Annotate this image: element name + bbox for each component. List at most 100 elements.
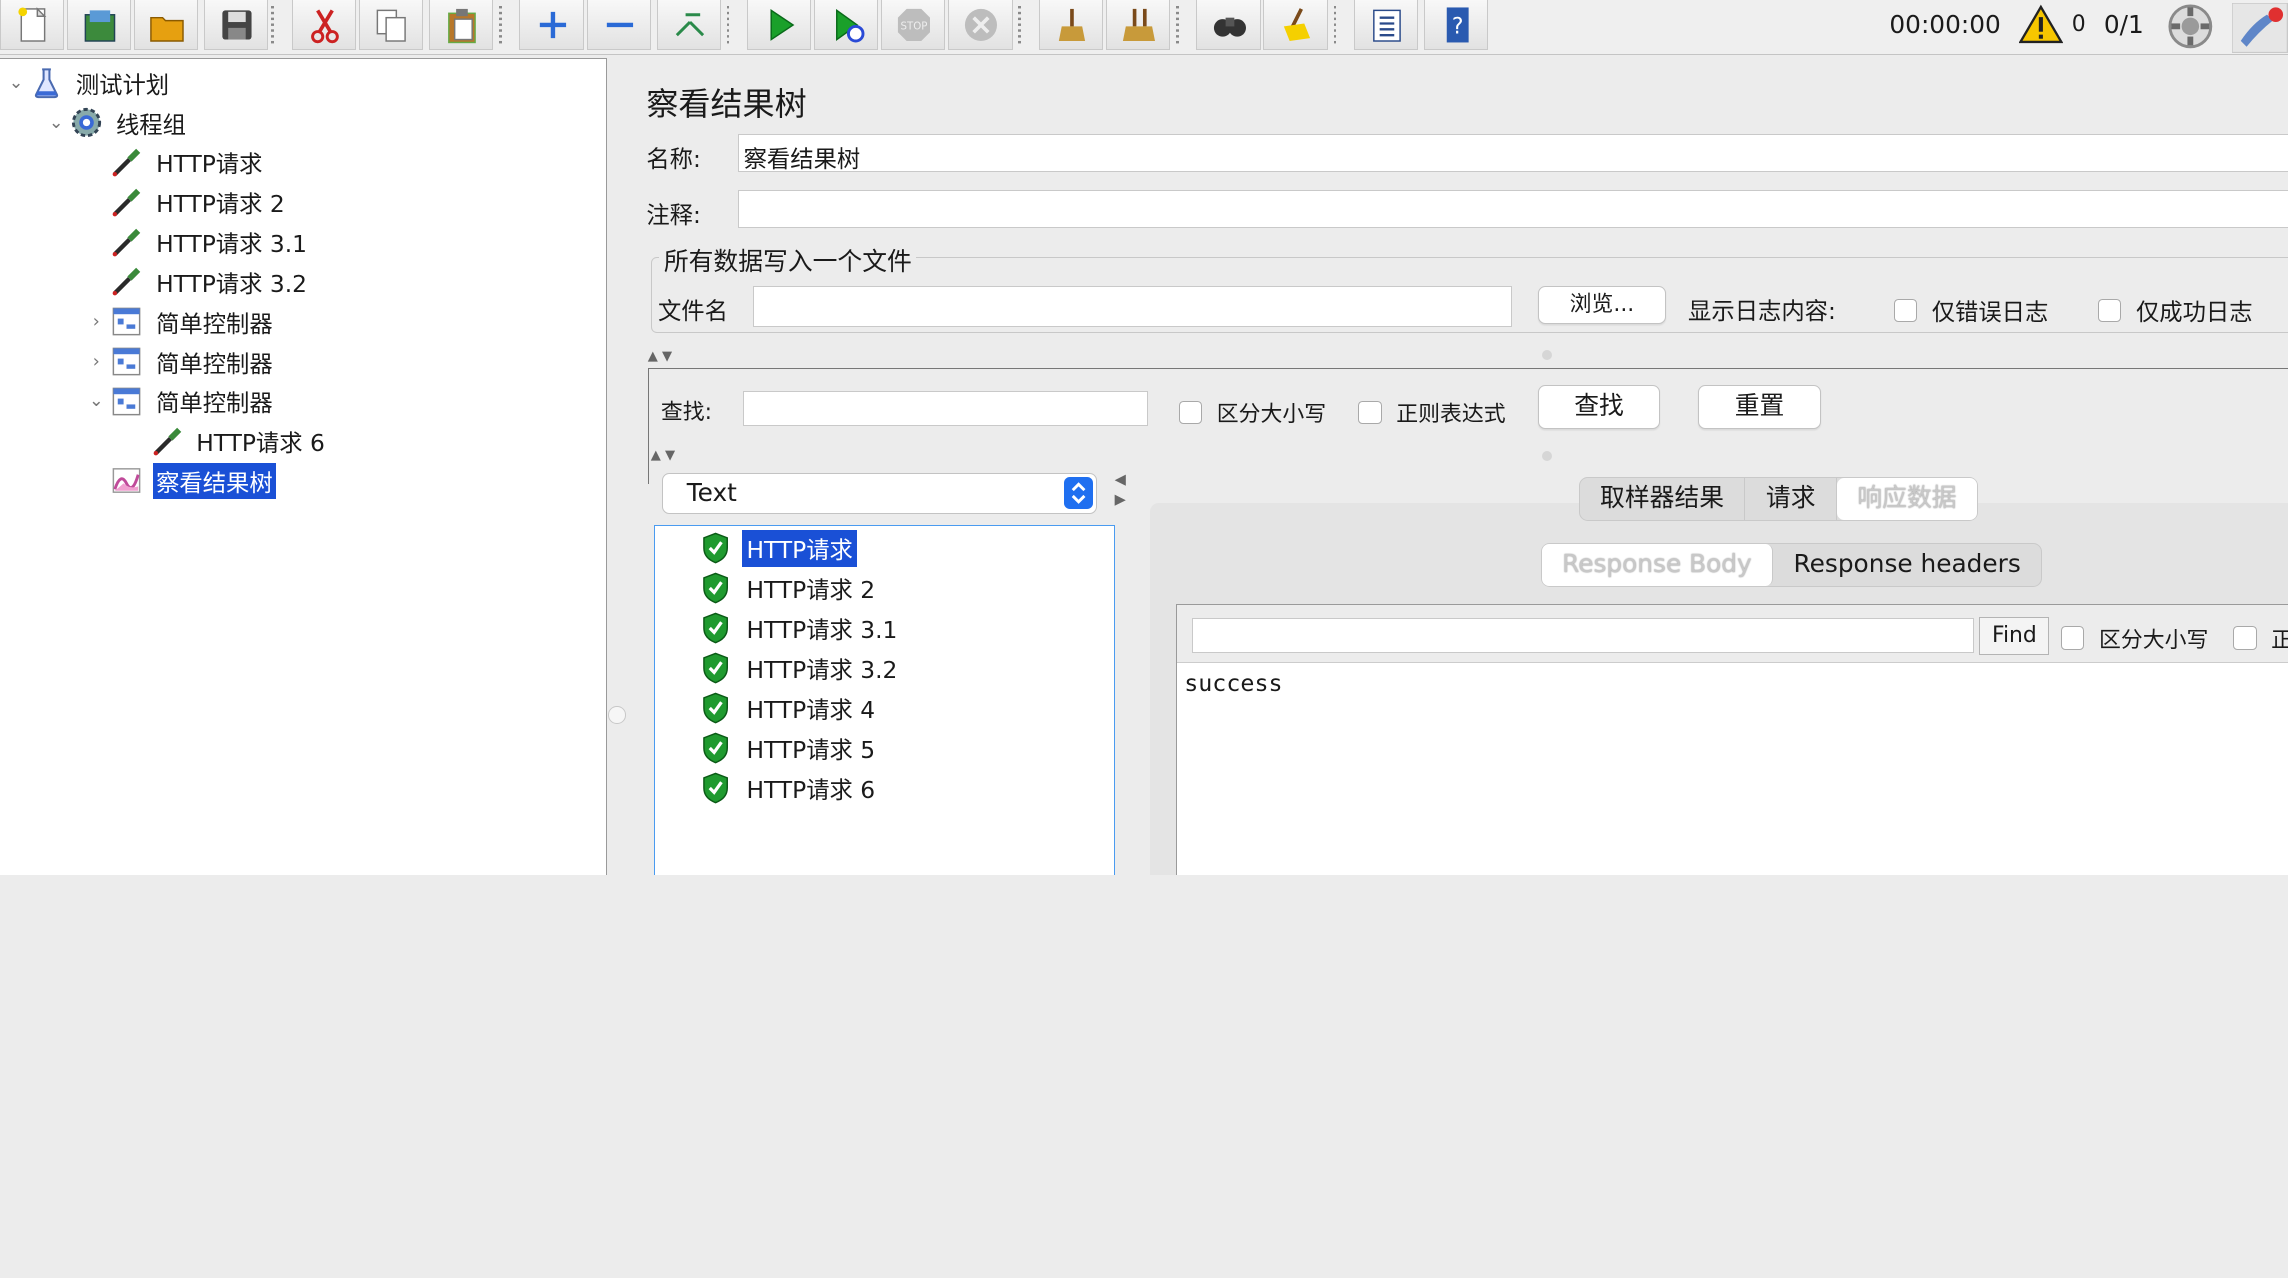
- clear-all-button[interactable]: [1105, 0, 1171, 50]
- splitter-dot[interactable]: [1542, 350, 1553, 361]
- function-helper-button[interactable]: [1353, 0, 1419, 50]
- checkbox-box[interactable]: [2233, 626, 2257, 650]
- copy-button[interactable]: [358, 0, 424, 50]
- find-regex-checkbox[interactable]: 正: [2233, 623, 2288, 654]
- pen-icon[interactable]: [2232, 2, 2288, 53]
- remote-start-icon[interactable]: [2167, 3, 2214, 50]
- result-item[interactable]: HTTP请求 5: [701, 729, 879, 767]
- result-item-label: HTTP请求 6: [746, 775, 876, 804]
- tab-request[interactable]: 请求: [1745, 478, 1837, 520]
- expand-icon: [539, 11, 566, 38]
- paste-button[interactable]: [428, 0, 494, 50]
- tree-node[interactable]: HTTP请求: [86, 143, 265, 181]
- result-item[interactable]: HTTP请求 3.1: [701, 609, 901, 647]
- find-case-checkbox[interactable]: 区分大小写: [2061, 623, 2208, 654]
- tree-node[interactable]: HTTP请求 2: [86, 183, 288, 221]
- result-item-label: HTTP请求 2: [746, 576, 876, 605]
- errors-only-label: 仅错误日志: [1931, 298, 2049, 327]
- reset-search-button[interactable]: [1263, 0, 1328, 50]
- checkbox-box[interactable]: [1893, 298, 1918, 322]
- tree-expander-icon[interactable]: ›: [86, 312, 106, 332]
- tree-expander-icon[interactable]: ⌄: [46, 113, 66, 133]
- checkbox-box[interactable]: [1178, 400, 1203, 425]
- result-item[interactable]: HTTP请求 4: [701, 689, 879, 727]
- find-button[interactable]: Find: [1979, 616, 2050, 655]
- new-button[interactable]: [0, 0, 65, 50]
- toggle-button[interactable]: [656, 0, 721, 50]
- tree-node[interactable]: HTTP请求 6: [126, 422, 328, 460]
- pipette-icon: [113, 148, 141, 177]
- tree-node[interactable]: › 简单控制器: [86, 303, 276, 341]
- list-splitter-arrows[interactable]: ◀ ▶: [1115, 470, 1126, 511]
- checkbox-box[interactable]: [2098, 298, 2122, 322]
- tab-sampler-result[interactable]: 取样器结果: [1580, 478, 1746, 520]
- case-sensitive-label: 区分大小写: [1216, 401, 1327, 427]
- splitter-arrows[interactable]: ▲ ▼: [648, 349, 672, 364]
- collapse-button[interactable]: [586, 0, 651, 50]
- success-shield-icon: [703, 732, 729, 764]
- tree-node[interactable]: ⌄ 线程组: [46, 104, 189, 142]
- checkbox-box[interactable]: [2061, 626, 2085, 650]
- result-item[interactable]: HTTP请求 6: [701, 769, 879, 807]
- stop-icon: STOP: [898, 8, 931, 41]
- tree-node-label: 线程组: [115, 110, 186, 139]
- checkbox-box[interactable]: [1358, 400, 1382, 425]
- toggle-icon: [675, 13, 704, 37]
- select-arrows-icon[interactable]: [1064, 476, 1094, 509]
- clear-icon: [1058, 8, 1086, 41]
- tree-expander-icon[interactable]: ⌄: [86, 391, 106, 411]
- splitter-arrows[interactable]: ▲ ▼: [651, 448, 675, 463]
- filename-field[interactable]: [752, 285, 1512, 327]
- browse-button[interactable]: 浏览...: [1537, 285, 1667, 324]
- comment-field[interactable]: [738, 189, 2288, 228]
- pipette-icon: [113, 228, 141, 256]
- pipette-icon: [113, 268, 141, 296]
- help-button[interactable]: ?: [1423, 0, 1489, 50]
- open-button[interactable]: [134, 0, 199, 50]
- shutdown-icon: [965, 8, 998, 41]
- regex-checkbox[interactable]: 正则表达式: [1358, 397, 1506, 428]
- find-input[interactable]: [1191, 618, 1974, 654]
- clear-all-icon: [1122, 8, 1156, 41]
- search-input[interactable]: [742, 391, 1149, 427]
- find-case-label: 区分大小写: [2099, 627, 2209, 653]
- tab-response-headers[interactable]: Response headers: [1773, 544, 2041, 586]
- success-shield-icon: [703, 692, 729, 724]
- tree-node[interactable]: ⌄ 测试计划: [6, 64, 172, 102]
- tree-node[interactable]: ⌄ 简单控制器: [86, 382, 276, 420]
- reset-button[interactable]: 重置: [1698, 385, 1821, 429]
- tree-node[interactable]: › 简单控制器: [86, 343, 276, 381]
- filename-label: 文件名: [657, 296, 728, 325]
- tree-expander-icon[interactable]: ›: [86, 352, 106, 372]
- start-no-pause-button[interactable]: [814, 0, 879, 50]
- expand-button[interactable]: [519, 0, 584, 50]
- search-button[interactable]: [1196, 0, 1261, 50]
- errors-only-checkbox[interactable]: 仅错误日志: [1893, 293, 2049, 327]
- tab-response-data[interactable]: 响应数据: [1836, 478, 1977, 520]
- regex-label: 正则表达式: [1396, 401, 1506, 427]
- shutdown-button[interactable]: [948, 0, 1013, 50]
- save-button[interactable]: [204, 0, 269, 50]
- split-pane-handle[interactable]: [608, 706, 626, 724]
- result-item[interactable]: HTTP请求: [701, 529, 858, 567]
- tab-response-body[interactable]: Response Body: [1541, 543, 1774, 586]
- clear-button[interactable]: [1038, 0, 1103, 50]
- renderer-select[interactable]: Text: [662, 472, 1098, 514]
- tree-node[interactable]: 察看结果树: [86, 462, 276, 500]
- search-button[interactable]: 查找: [1537, 385, 1661, 429]
- tree-expander-icon[interactable]: ⌄: [6, 73, 26, 93]
- warning-icon[interactable]: [2019, 4, 2064, 45]
- case-sensitive-checkbox[interactable]: 区分大小写: [1178, 397, 1327, 428]
- success-only-checkbox[interactable]: 仅成功日志: [2098, 293, 2253, 327]
- tree-node[interactable]: HTTP请求 3.2: [86, 263, 310, 301]
- tree-node[interactable]: HTTP请求 3.1: [86, 223, 310, 261]
- stop-button[interactable]: STOP: [881, 0, 946, 50]
- pipette-icon: [113, 188, 141, 217]
- start-button[interactable]: [747, 0, 812, 50]
- result-item[interactable]: HTTP请求 2: [701, 569, 879, 607]
- result-item[interactable]: HTTP请求 3.2: [701, 649, 901, 687]
- cut-button[interactable]: [291, 0, 356, 50]
- svg-text:?: ?: [1452, 15, 1464, 40]
- templates-button[interactable]: [67, 0, 132, 50]
- name-field[interactable]: 察看结果树: [738, 134, 2288, 173]
